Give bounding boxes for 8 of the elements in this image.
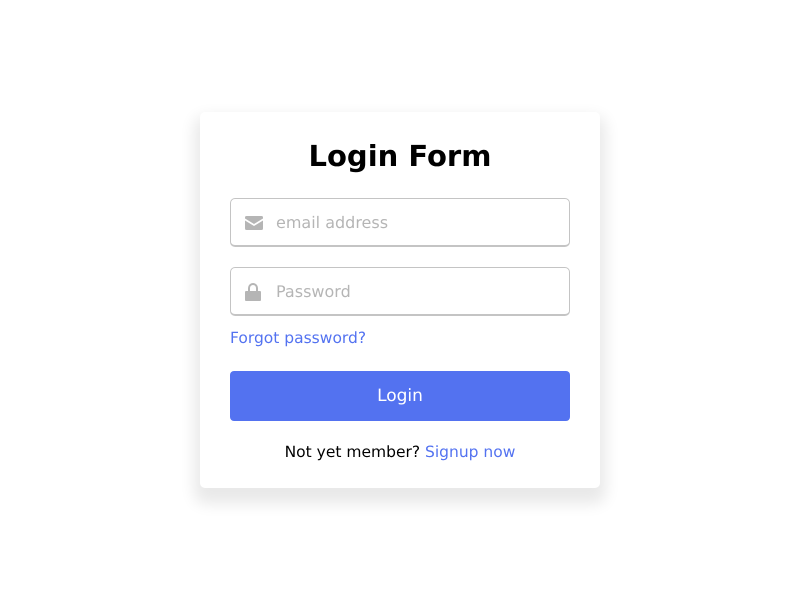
- form-title: Login Form: [308, 138, 492, 175]
- email-field[interactable]: email address: [230, 198, 570, 247]
- login-button[interactable]: Login: [230, 371, 570, 421]
- forgot-password-link[interactable]: Forgot password?: [230, 329, 366, 347]
- lock-icon: [245, 282, 261, 300]
- signup-link[interactable]: Signup now: [425, 443, 516, 461]
- envelope-icon: [245, 216, 263, 230]
- signup-prompt: Not yet member?: [284, 443, 420, 461]
